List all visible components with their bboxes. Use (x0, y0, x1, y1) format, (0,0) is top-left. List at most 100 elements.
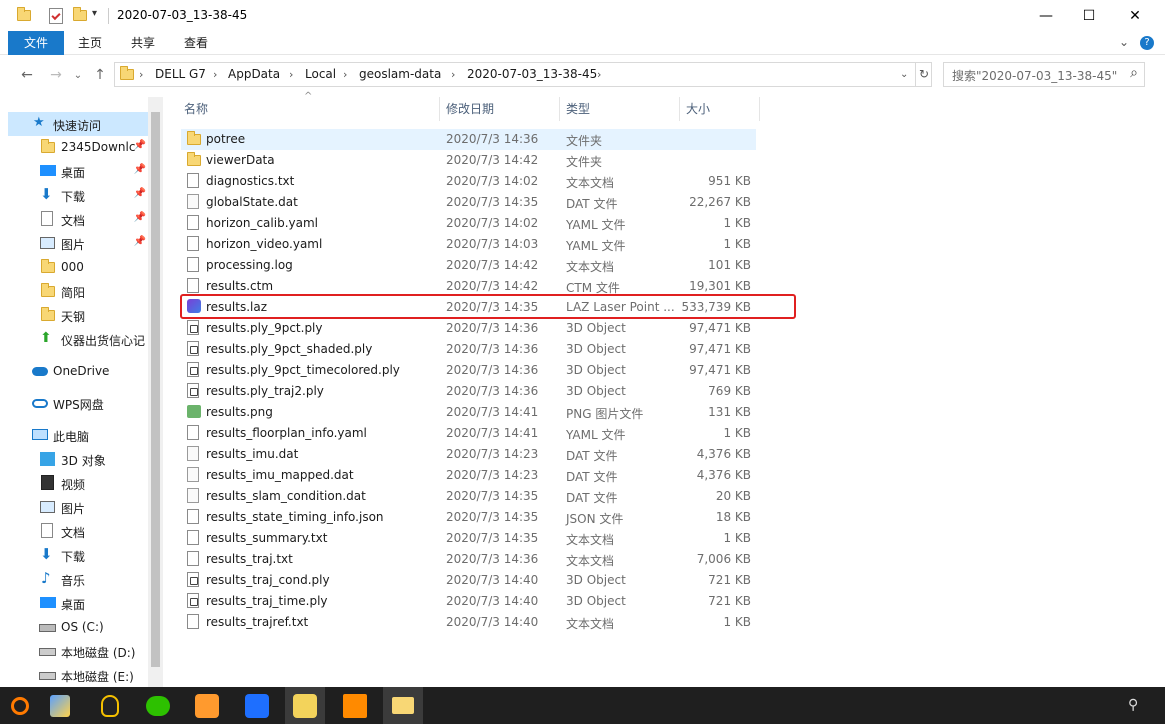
close-button[interactable]: ✕ (1112, 0, 1158, 31)
breadcrumb-item[interactable]: geoslam-data (359, 63, 441, 86)
maximize-button[interactable]: ☐ (1066, 0, 1112, 31)
sidebar-item-drive-e[interactable]: 本地磁盘 (E:) (8, 663, 148, 687)
file-row[interactable]: results_summary.txt 2020/7/3 14:35 文本文档 1 K… (181, 528, 756, 549)
file-row[interactable]: viewerData 2020/7/3 14:42 文件夹 (181, 150, 756, 171)
sidebar-item-downloads[interactable]: ⬇ 下载 📌 (8, 183, 148, 207)
column-header-size[interactable]: 大小 (680, 97, 760, 121)
tab-share[interactable]: 共享 (122, 31, 164, 55)
column-header-type[interactable]: 类型 (560, 97, 680, 121)
breadcrumb-separator[interactable]: › (289, 63, 293, 86)
customize-toolbar-icon[interactable]: ▾ (92, 8, 108, 24)
file-row[interactable]: results.ply_9pct_timecolored.ply 2020/7/3… (181, 360, 756, 381)
sidebar-scrollbar-thumb[interactable] (151, 112, 160, 667)
cube-icon (40, 452, 55, 466)
search-app-icon[interactable] (0, 687, 40, 724)
file-row[interactable]: results.png 2020/7/3 14:41 PNG 图片文件 131 KB (181, 402, 756, 423)
sidebar-item-jianyang[interactable]: 简阳 (8, 279, 148, 303)
sidebar-item-onedrive[interactable]: OneDrive (8, 359, 148, 383)
breadcrumb-separator[interactable]: › (597, 63, 601, 86)
d-app-icon[interactable] (40, 687, 80, 724)
file-name: globalState.dat (206, 195, 298, 209)
file-type: 3D Object (566, 384, 626, 398)
sidebar-item-quick-access[interactable]: ★ 快速访问 (8, 112, 148, 136)
file-row[interactable]: results_traj.txt 2020/7/3 14:36 文本文档 7,006 … (181, 549, 756, 570)
sidebar-item-pictures[interactable]: 图片 📌 (8, 231, 148, 255)
sidebar-item-pc-pictures[interactable]: 图片 (8, 495, 148, 519)
tab-view[interactable]: 查看 (175, 31, 217, 55)
viewer-app-icon[interactable] (285, 687, 325, 724)
person-icon[interactable]: ⚲ (1128, 697, 1138, 713)
file-size: 7,006 KB (696, 552, 751, 566)
minimize-button[interactable]: — (1023, 0, 1069, 31)
sidebar-item-2345downlc[interactable]: 2345Downlc 📌 (8, 135, 148, 159)
tab-file[interactable]: 文件 (8, 31, 64, 55)
sidebar-item-this-pc[interactable]: 此电脑 (8, 423, 148, 447)
refresh-button[interactable]: ↻ (919, 63, 929, 86)
sidebar-item-pc-downloads[interactable]: ⬇ 下载 (8, 543, 148, 567)
file-row[interactable]: potree 2020/7/3 14:36 文件夹 (181, 129, 756, 150)
wechat-icon[interactable] (138, 687, 178, 724)
breadcrumb-item[interactable]: Local (305, 63, 336, 86)
file-row[interactable]: diagnostics.txt 2020/7/3 14:02 文本文档 951 KB (181, 171, 756, 192)
file-row[interactable]: results_floorplan_info.yaml 2020/7/3 14:4… (181, 423, 756, 444)
breadcrumb-separator[interactable]: › (451, 63, 455, 86)
file-row[interactable]: processing.log 2020/7/3 14:42 文本文档 101 KB (181, 255, 756, 276)
sidebar-item-drive-d[interactable]: 本地磁盘 (D:) (8, 639, 148, 663)
qq-icon[interactable] (90, 687, 130, 724)
sidebar-item-music[interactable]: ♪ 音乐 (8, 567, 148, 591)
geoslam-icon[interactable] (335, 687, 375, 724)
text-file-icon (187, 614, 201, 630)
wps-icon[interactable] (237, 687, 277, 724)
file-explorer-icon[interactable] (383, 687, 423, 724)
file-row[interactable]: results_slam_condition.dat 2020/7/3 14:35… (181, 486, 756, 507)
file-date: 2020/7/3 14:23 (446, 447, 539, 461)
file-row[interactable]: results_imu_mapped.dat 2020/7/3 14:23 DAT … (181, 465, 756, 486)
new-folder-icon[interactable] (73, 7, 89, 23)
properties-icon[interactable] (49, 8, 63, 24)
sidebar-item-videos[interactable]: 视频 (8, 471, 148, 495)
forward-button[interactable]: → (46, 65, 66, 85)
file-row[interactable]: results_state_timing_info.json 2020/7/3 1… (181, 507, 756, 528)
address-dropdown-icon[interactable]: ⌄ (900, 63, 908, 86)
sidebar-item-pc-desktop[interactable]: 桌面 (8, 591, 148, 615)
sidebar-item-3d-objects[interactable]: 3D 对象 (8, 447, 148, 471)
sidebar-item-tiangang[interactable]: 天钢 (8, 303, 148, 327)
breadcrumb-item[interactable]: 2020-07-03_13-38-45 (467, 63, 597, 86)
file-row[interactable]: horizon_calib.yaml 2020/7/3 14:02 YAML 文件 1… (181, 213, 756, 234)
search-icon[interactable]: ⌕ (1130, 65, 1138, 81)
recent-locations-button[interactable]: ⌄ (68, 65, 88, 85)
data-file-icon (187, 488, 201, 504)
sidebar-item-label: OneDrive (53, 364, 110, 378)
file-row[interactable]: results_trajref.txt 2020/7/3 14:40 文本文档 1 K… (181, 612, 756, 633)
sidebar-item-000[interactable]: 000 (8, 255, 148, 279)
sidebar-item-shipping-records[interactable]: ⬆ 仪器出货信心记 (8, 327, 148, 351)
sidebar-item-pc-documents[interactable]: 文档 (8, 519, 148, 543)
sidebar-item-desktop[interactable]: 桌面 📌 (8, 159, 148, 183)
column-header-date[interactable]: 修改日期 (440, 97, 560, 121)
sidebar-item-drive-c[interactable]: OS (C:) (8, 615, 148, 639)
help-button[interactable]: ? (1140, 36, 1154, 50)
file-row[interactable]: results.ply_traj2.ply 2020/7/3 14:36 3D Ob… (181, 381, 756, 402)
search-input[interactable]: 搜索"2020-07-03_13-38-45" ⌕ (943, 62, 1145, 87)
file-row[interactable]: results_traj_cond.ply 2020/7/3 14:40 3D Ob… (181, 570, 756, 591)
breadcrumb-item[interactable]: DELL G7 (155, 63, 206, 86)
file-row[interactable]: results.ply_9pct_shaded.ply 2020/7/3 14:3… (181, 339, 756, 360)
browser-icon[interactable] (187, 687, 227, 724)
file-row[interactable]: results.ply_9pct.ply 2020/7/3 14:36 3D Obj… (181, 318, 756, 339)
file-row[interactable]: globalState.dat 2020/7/3 14:35 DAT 文件 22,26… (181, 192, 756, 213)
breadcrumb-separator[interactable]: › (343, 63, 347, 86)
breadcrumb-separator[interactable]: › (213, 63, 217, 86)
ribbon-expand-icon[interactable]: ⌄ (1119, 35, 1129, 49)
file-type: DAT 文件 (566, 470, 618, 484)
file-row[interactable]: results_imu.dat 2020/7/3 14:23 DAT 文件 4,376… (181, 444, 756, 465)
back-button[interactable]: ← (17, 65, 37, 85)
address-bar[interactable]: › DELL G7 › AppData › Local › geoslam-da… (114, 62, 932, 87)
file-row[interactable]: results_traj_time.ply 2020/7/3 14:40 3D Ob… (181, 591, 756, 612)
file-row[interactable]: horizon_video.yaml 2020/7/3 14:03 YAML 文件 1… (181, 234, 756, 255)
sidebar-item-documents[interactable]: 文档 📌 (8, 207, 148, 231)
sidebar-item-wps[interactable]: WPS网盘 (8, 391, 148, 415)
tab-home[interactable]: 主页 (70, 31, 110, 55)
folder-icon (41, 283, 57, 299)
breadcrumb-item[interactable]: AppData (228, 63, 280, 86)
up-button[interactable]: ↑ (90, 65, 110, 85)
